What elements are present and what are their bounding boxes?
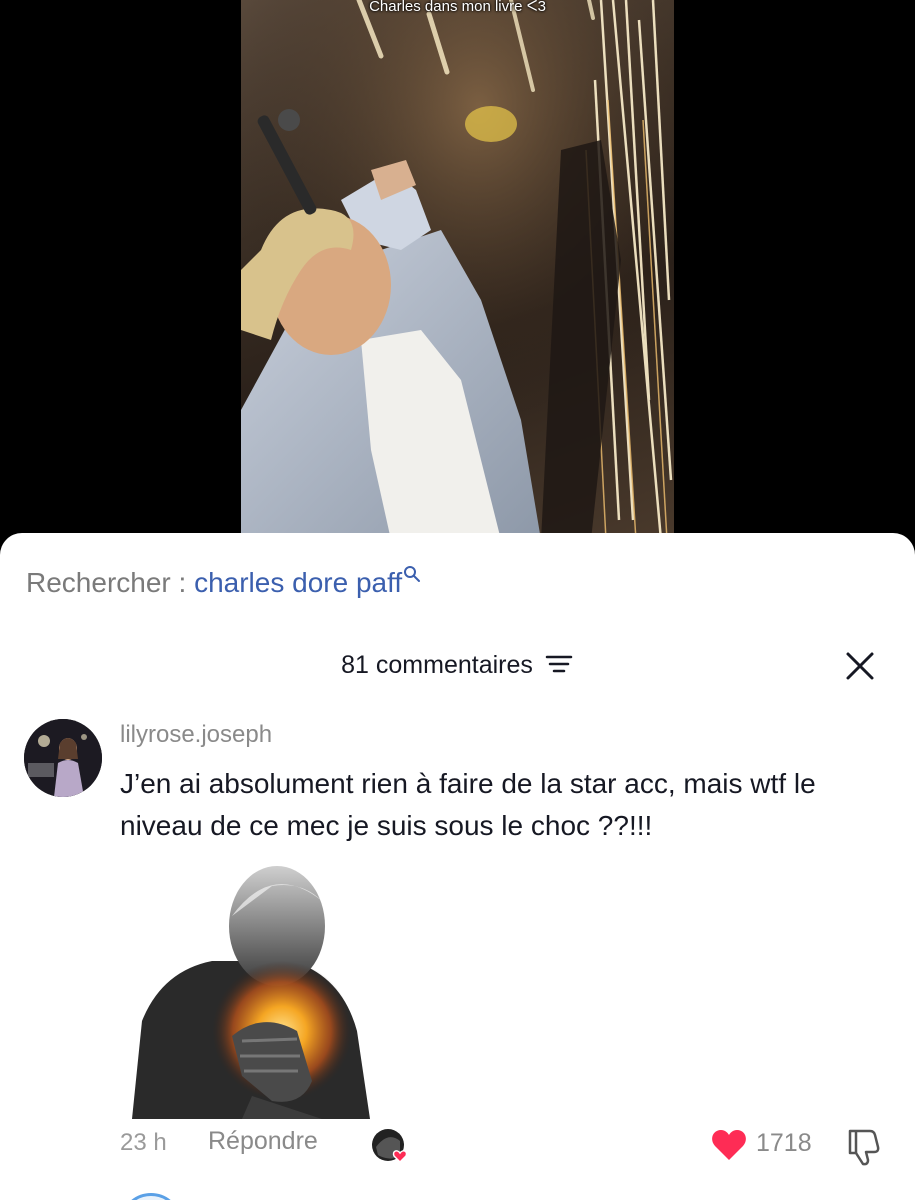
- close-icon: [846, 652, 874, 680]
- comment-item: lilyrose.joseph J’en ai absolument rien …: [24, 719, 894, 1200]
- comment-sticker-image: [122, 861, 374, 1119]
- reply-button[interactable]: Répondre: [208, 1127, 318, 1156]
- comment-timestamp: 23 h: [120, 1129, 167, 1156]
- dislike-button[interactable]: [844, 1127, 882, 1167]
- thumbs-down-icon: [848, 1129, 880, 1166]
- heart-badge-icon: [392, 1150, 408, 1164]
- like-count: 1718: [756, 1129, 812, 1157]
- page: Charles dans mon livre ᐸ3 Rechercher : c…: [0, 0, 915, 1200]
- comment-text: J’en ai absolument rien à faire de la st…: [120, 768, 816, 841]
- comment-username[interactable]: lilyrose.joseph: [120, 721, 272, 749]
- heart-icon: [712, 1130, 746, 1160]
- close-button[interactable]: [845, 651, 875, 681]
- search-icon: [404, 566, 421, 582]
- video-caption: Charles dans mon livre ᐸ3: [369, 0, 546, 15]
- comments-header: 81 commentaires: [0, 651, 915, 680]
- avatar-image: [24, 719, 102, 797]
- search-prefix: Rechercher :: [26, 567, 195, 598]
- video-player[interactable]: Charles dans mon livre ᐸ3: [241, 0, 674, 540]
- comments-sheet: Rechercher : charles dore paff 81 commen…: [0, 533, 915, 1200]
- comments-count: 81 commentaires: [341, 651, 533, 679]
- video-frame: [241, 0, 674, 540]
- avatar[interactable]: [24, 719, 102, 797]
- search-suggestion[interactable]: Rechercher : charles dore paff: [26, 566, 421, 599]
- filter-icon[interactable]: [544, 653, 574, 675]
- comment-footer: 23 h Répondre 1718: [24, 1127, 894, 1167]
- creator-liked-badge: [370, 1127, 410, 1167]
- like-button[interactable]: 1718: [710, 1127, 812, 1167]
- search-term[interactable]: charles dore paff: [194, 567, 402, 598]
